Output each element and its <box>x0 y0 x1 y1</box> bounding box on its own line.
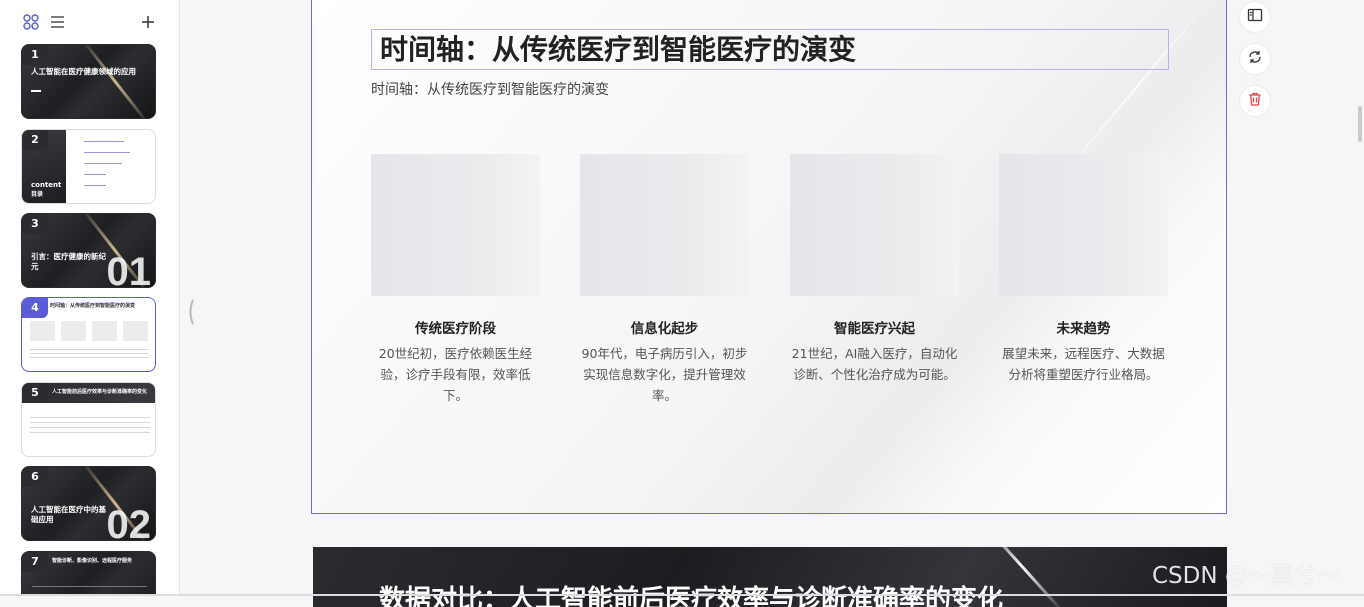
thumbnail-title: content <box>31 181 62 189</box>
delete-slide-button[interactable] <box>1239 85 1271 117</box>
trash-icon <box>1247 91 1263 111</box>
thumbnail-text-lines <box>30 413 150 433</box>
add-slide-icon[interactable] <box>138 12 158 32</box>
next-slide-preview[interactable]: 数据对比：人工智能前后医疗效率与诊断准确率的变化 <box>313 547 1227 607</box>
slide-thumbnail-4[interactable]: 4 时间轴：从传统医疗到智能医疗的演变 <box>21 297 156 372</box>
toc-lines <box>84 138 144 186</box>
thumbnail-title: 人工智能在医疗健康领域的应用 <box>31 67 136 76</box>
card-image-placeholder[interactable] <box>790 154 959 296</box>
card-description[interactable]: 21世纪，AI融入医疗，自动化诊断、个性化治疗成为可能。 <box>790 343 959 385</box>
slide-number: 1 <box>22 45 48 65</box>
slide-number: 7 <box>22 552 48 572</box>
sidebar-toolbar <box>0 0 179 44</box>
thumbnail-card <box>61 321 86 341</box>
slide-number: 3 <box>22 214 48 234</box>
slide-thumbnail-5[interactable]: 5 人工智能前后医疗效率与诊断准确率的变化 <box>21 382 156 457</box>
slide-canvas[interactable]: 时间轴：从传统医疗到智能医疗的演变 时间轴：从传统医疗到智能医疗的演变 传统医疗… <box>311 0 1227 514</box>
light-streak <box>80 45 151 118</box>
slide-title-textbox[interactable]: 时间轴：从传统医疗到智能医疗的演变 <box>371 29 1169 70</box>
refresh-icon <box>1247 49 1263 69</box>
slide-number: 4 <box>22 298 48 318</box>
slide-subtitle[interactable]: 时间轴：从传统医疗到智能医疗的演变 <box>371 79 609 99</box>
grid-view-icon[interactable] <box>21 12 41 32</box>
thumbnail-text-lines <box>30 346 148 360</box>
csdn-watermark: CSDN @～莫兮～ <box>1152 563 1340 589</box>
card-image-placeholder[interactable] <box>999 154 1168 296</box>
slide-title[interactable]: 时间轴：从传统医疗到智能医疗的演变 <box>380 33 856 67</box>
slide-thumbnail-7[interactable]: 7 智能诊断、影像识别、远程医疗服务 <box>21 551 156 596</box>
card-title[interactable]: 信息化起步 <box>580 317 749 337</box>
thumbnail-title: 人工智能在医疗中的基础应用 <box>31 505 106 524</box>
thumbnail-title: 人工智能前后医疗效率与诊断准确率的变化 <box>52 389 148 395</box>
card-title[interactable]: 智能医疗兴起 <box>790 317 959 337</box>
slide-thumbnail-3[interactable]: 3 引言：医疗健康的新纪元 01 <box>21 213 156 288</box>
thumbnail-title: 引言：医疗健康的新纪元 <box>31 252 106 271</box>
slide-number: 5 <box>22 383 48 403</box>
thumbnail-subtitle: 目录 <box>31 191 44 198</box>
card-description[interactable]: 20世纪初，医疗依赖医生经验，诊疗手段有限，效率低下。 <box>371 343 540 406</box>
slide-number: 2 <box>22 130 48 150</box>
replace-button[interactable] <box>1239 43 1271 75</box>
slide-sidebar: 1 人工智能在医疗健康领域的应用 2 content 目录 3 引言：医疗健康的… <box>0 0 180 596</box>
thumbnail-timeline <box>32 586 147 587</box>
sidebar-collapse-handle[interactable] <box>186 298 196 326</box>
vertical-scrollbar[interactable] <box>1358 106 1362 142</box>
layout-panel-button[interactable] <box>1239 1 1271 33</box>
slide-thumbnail-2[interactable]: 2 content 目录 <box>21 129 156 204</box>
list-view-icon[interactable] <box>47 12 67 32</box>
section-number: 01 <box>106 250 152 288</box>
title-underline <box>31 90 41 92</box>
card-title[interactable]: 未来趋势 <box>999 317 1168 337</box>
card-description[interactable]: 展望未来，远程医疗、大数据分析将重塑医疗行业格局。 <box>999 343 1168 385</box>
slide-number: 6 <box>22 467 48 487</box>
layout-panel-icon <box>1247 7 1263 27</box>
thumbnail-card <box>123 321 148 341</box>
card-title[interactable]: 传统医疗阶段 <box>371 317 540 337</box>
thumbnail-title: 智能诊断、影像识别、远程医疗服务 <box>52 558 133 564</box>
card-description[interactable]: 90年代，电子病历引入，初步实现信息数字化，提升管理效率。 <box>580 343 749 406</box>
thumbnail-title: 时间轴：从传统医疗到智能医疗的演变 <box>50 303 136 309</box>
card-image-placeholder[interactable] <box>580 154 749 296</box>
slide-thumbnail-6[interactable]: 6 人工智能在医疗中的基础应用 02 <box>21 466 156 541</box>
slide-thumbnail-1[interactable]: 1 人工智能在医疗健康领域的应用 <box>21 44 156 119</box>
card-image-placeholder[interactable] <box>371 154 540 296</box>
thumbnail-card <box>30 321 55 341</box>
next-slide-title: 数据对比：人工智能前后医疗效率与诊断准确率的变化 <box>379 585 1004 607</box>
section-number: 02 <box>106 503 152 541</box>
thumbnail-card <box>92 321 117 341</box>
